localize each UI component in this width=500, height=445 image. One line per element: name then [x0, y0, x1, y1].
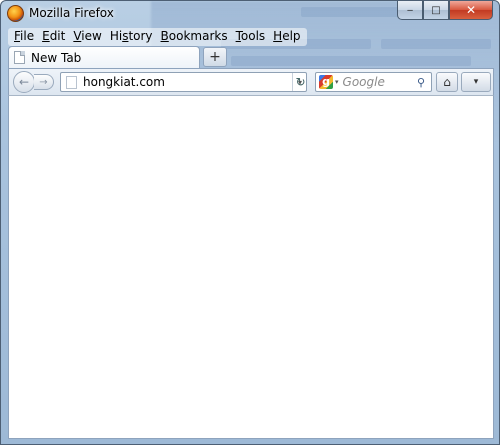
- menu-help[interactable]: Help: [269, 28, 304, 46]
- tab-strip: New Tab +: [8, 46, 494, 68]
- page-icon: [14, 51, 25, 64]
- google-icon[interactable]: g: [319, 75, 333, 89]
- menu-history[interactable]: History: [106, 28, 157, 46]
- url-bar[interactable]: hongkiat.com ▾: [60, 72, 307, 92]
- tab-new-tab[interactable]: New Tab: [8, 46, 200, 68]
- firefox-logo-icon[interactable]: [7, 5, 24, 22]
- menu-bookmarks[interactable]: Bookmarks: [157, 28, 232, 46]
- title-bar[interactable]: Mozilla Firefox ‒ □ ✕: [1, 1, 499, 27]
- window-title: Mozilla Firefox: [29, 6, 114, 20]
- menu-file[interactable]: File: [10, 28, 38, 46]
- browser-window: Mozilla Firefox ‒ □ ✕ File Edit View His…: [0, 0, 500, 445]
- maximize-button[interactable]: □: [423, 1, 449, 20]
- addon-button[interactable]: ▾: [461, 72, 491, 92]
- page-content[interactable]: [8, 96, 494, 439]
- search-icon[interactable]: ⚲: [417, 76, 431, 89]
- minimize-button[interactable]: ‒: [397, 1, 423, 20]
- navigation-toolbar: ← → hongkiat.com ▾ ↻ g ▾ Google ⚲ ⌂ ▾: [8, 68, 494, 96]
- close-button[interactable]: ✕: [449, 1, 493, 20]
- forward-button[interactable]: →: [34, 74, 54, 90]
- back-arrow-icon: ←: [18, 75, 30, 89]
- search-bar[interactable]: g ▾ Google ⚲: [315, 72, 432, 92]
- url-input[interactable]: hongkiat.com: [83, 75, 294, 89]
- menu-edit[interactable]: Edit: [38, 28, 69, 46]
- forward-arrow-icon: →: [39, 76, 48, 88]
- reload-icon: ↻: [295, 75, 306, 89]
- new-tab-button[interactable]: +: [203, 47, 227, 67]
- home-button[interactable]: ⌂: [436, 72, 458, 92]
- menu-tools[interactable]: Tools: [232, 28, 270, 46]
- reload-button[interactable]: ↻: [292, 73, 308, 91]
- tab-label: New Tab: [31, 50, 82, 65]
- search-input[interactable]: Google: [343, 75, 417, 89]
- site-identity-icon[interactable]: [66, 75, 77, 89]
- home-icon: ⌂: [443, 75, 451, 89]
- addon-dropdown-icon: ▾: [473, 77, 479, 87]
- back-button[interactable]: ←: [13, 71, 35, 93]
- caption-buttons: ‒ □ ✕: [397, 1, 493, 20]
- search-engine-dropdown-icon[interactable]: ▾: [335, 78, 339, 86]
- menu-bar: File Edit View History Bookmarks Tools H…: [8, 28, 307, 46]
- menu-view[interactable]: View: [69, 28, 105, 46]
